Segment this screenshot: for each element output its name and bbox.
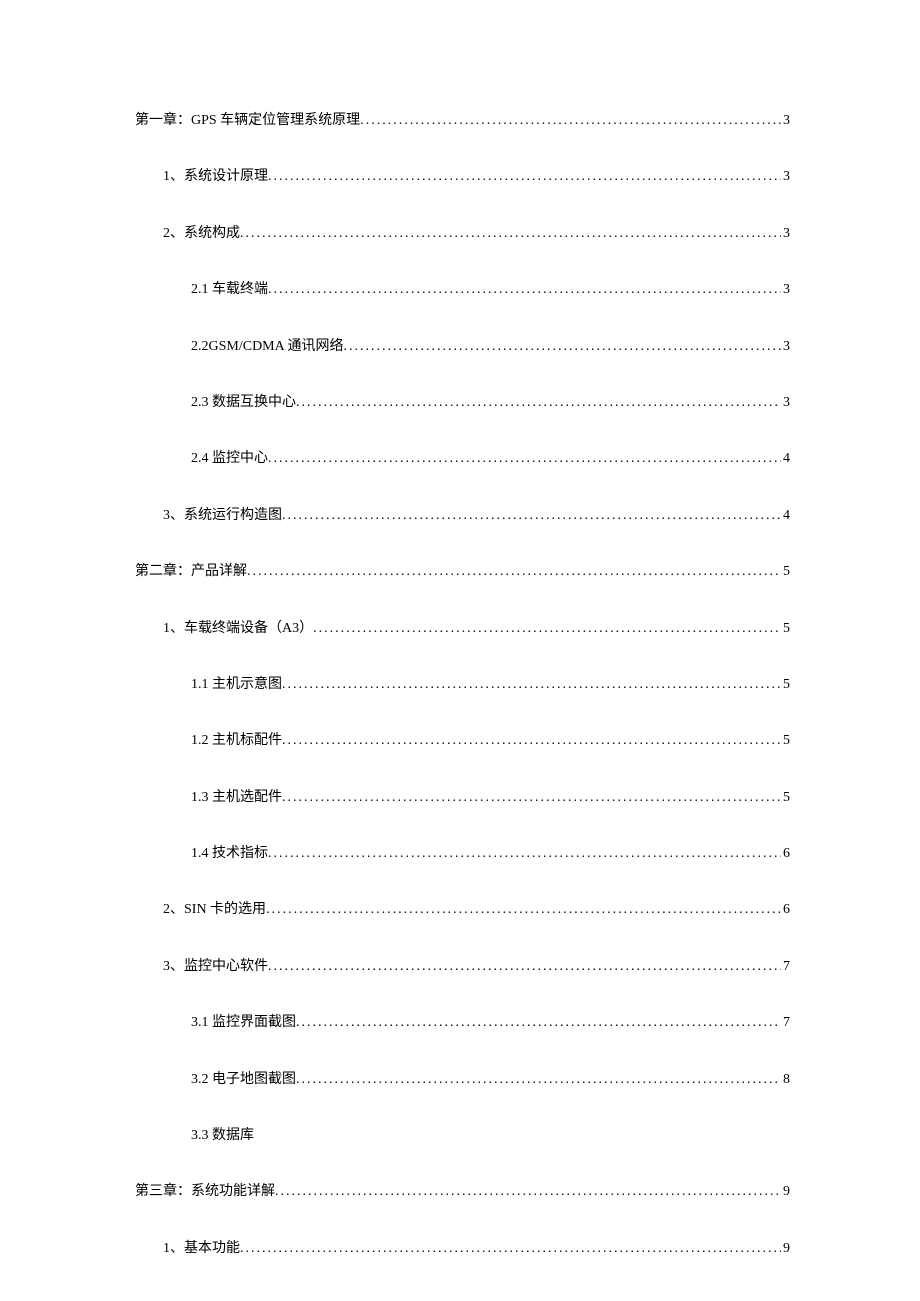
toc-title: 2、系统构成 — [163, 223, 240, 245]
toc-title: 第二章：产品详解 — [135, 561, 247, 583]
toc-title: 3.3 数据库 — [191, 1125, 254, 1147]
toc-entry: 3.2 电子地图截图 8 — [191, 1069, 790, 1091]
toc-entry: 3.3 数据库 — [191, 1125, 790, 1147]
toc-leader-dots — [268, 843, 781, 865]
toc-entry: 1、基本功能 9 — [163, 1238, 790, 1260]
toc-title: 1.2 主机标配件 — [191, 730, 282, 752]
toc-page-number: 5 — [781, 730, 790, 752]
toc-title: 2、SIN 卡的选用 — [163, 899, 266, 921]
toc-page-number: 8 — [781, 1069, 790, 1091]
toc-page-number: 9 — [781, 1181, 790, 1203]
toc-title: 1.3 主机选配件 — [191, 787, 282, 809]
toc-leader-dots — [282, 730, 781, 752]
toc-leader-dots — [282, 505, 781, 527]
toc-page-number: 7 — [781, 956, 790, 978]
toc-page-number: 4 — [781, 505, 790, 527]
toc-entry: 第一章：GPS 车辆定位管理系统原理 3 — [135, 110, 790, 132]
toc-entry: 1.4 技术指标 6 — [191, 843, 790, 865]
toc-title: 2.1 车载终端 — [191, 279, 268, 301]
toc-leader-dots — [296, 392, 781, 414]
toc-page-number: 3 — [781, 166, 790, 188]
toc-leader-dots — [247, 561, 781, 583]
toc-page-number: 3 — [781, 392, 790, 414]
toc-entry: 3.1 监控界面截图 7 — [191, 1012, 790, 1034]
toc-entry: 1、系统设计原理 3 — [163, 166, 790, 188]
toc-entry: 2.4 监控中心 4 — [191, 448, 790, 470]
toc-title: 3、系统运行构造图 — [163, 505, 282, 527]
toc-title: 2.2GSM/CDMA 通讯网络 — [191, 336, 343, 358]
toc-page-number: 3 — [781, 336, 790, 358]
toc-title: 1、系统设计原理 — [163, 166, 268, 188]
toc-title: 3.2 电子地图截图 — [191, 1069, 296, 1091]
toc-title: 第三章：系统功能详解 — [135, 1181, 275, 1203]
toc-title: 2.4 监控中心 — [191, 448, 268, 470]
toc-page-number: 5 — [781, 787, 790, 809]
toc-page-number: 5 — [781, 561, 790, 583]
toc-entry: 1.3 主机选配件 5 — [191, 787, 790, 809]
toc-leader-dots — [343, 336, 781, 358]
toc-leader-dots — [268, 166, 781, 188]
toc-page-number: 9 — [781, 1238, 790, 1260]
toc-title: 1.4 技术指标 — [191, 843, 268, 865]
toc-title: 2.3 数据互换中心 — [191, 392, 296, 414]
toc-leader-dots — [240, 1238, 781, 1260]
table-of-contents: 第一章：GPS 车辆定位管理系统原理31、系统设计原理32、系统构成32.1 车… — [135, 110, 790, 1260]
toc-leader-dots — [266, 899, 781, 921]
toc-leader-dots — [296, 1069, 781, 1091]
toc-entry: 2.2GSM/CDMA 通讯网络 3 — [191, 336, 790, 358]
toc-entry: 1、车载终端设备（A3） 5 — [163, 618, 790, 640]
toc-leader-dots — [282, 787, 781, 809]
toc-leader-dots — [240, 223, 781, 245]
toc-entry: 3、监控中心软件 7 — [163, 956, 790, 978]
toc-title: 3、监控中心软件 — [163, 956, 268, 978]
toc-page-number: 3 — [781, 223, 790, 245]
toc-title: 1、车载终端设备（A3） — [163, 618, 313, 640]
toc-entry: 2.1 车载终端 3 — [191, 279, 790, 301]
toc-entry: 第三章：系统功能详解 9 — [135, 1181, 790, 1203]
toc-page-number: 6 — [781, 899, 790, 921]
toc-entry: 1.2 主机标配件 5 — [191, 730, 790, 752]
toc-page-number: 5 — [781, 618, 790, 640]
toc-leader-dots — [268, 448, 781, 470]
toc-leader-dots — [275, 1181, 781, 1203]
toc-title: 3.1 监控界面截图 — [191, 1012, 296, 1034]
toc-page-number: 5 — [781, 674, 790, 696]
toc-leader-dots — [360, 110, 781, 132]
toc-leader-dots — [313, 618, 781, 640]
toc-leader-dots — [296, 1012, 781, 1034]
toc-leader-dots — [282, 674, 781, 696]
toc-page-number: 3 — [781, 110, 790, 132]
toc-page-number: 6 — [781, 843, 790, 865]
toc-entry: 2、SIN 卡的选用 6 — [163, 899, 790, 921]
toc-title: 1.1 主机示意图 — [191, 674, 282, 696]
toc-page-number: 4 — [781, 448, 790, 470]
toc-entry: 1.1 主机示意图 5 — [191, 674, 790, 696]
toc-title: 第一章：GPS 车辆定位管理系统原理 — [135, 110, 360, 132]
toc-entry: 3、系统运行构造图 4 — [163, 505, 790, 527]
toc-leader-dots — [268, 956, 781, 978]
toc-entry: 2.3 数据互换中心 3 — [191, 392, 790, 414]
toc-entry: 2、系统构成 3 — [163, 223, 790, 245]
toc-leader-dots — [268, 279, 781, 301]
toc-entry: 第二章：产品详解 5 — [135, 561, 790, 583]
toc-page-number: 7 — [781, 1012, 790, 1034]
toc-title: 1、基本功能 — [163, 1238, 240, 1260]
toc-page-number: 3 — [781, 279, 790, 301]
